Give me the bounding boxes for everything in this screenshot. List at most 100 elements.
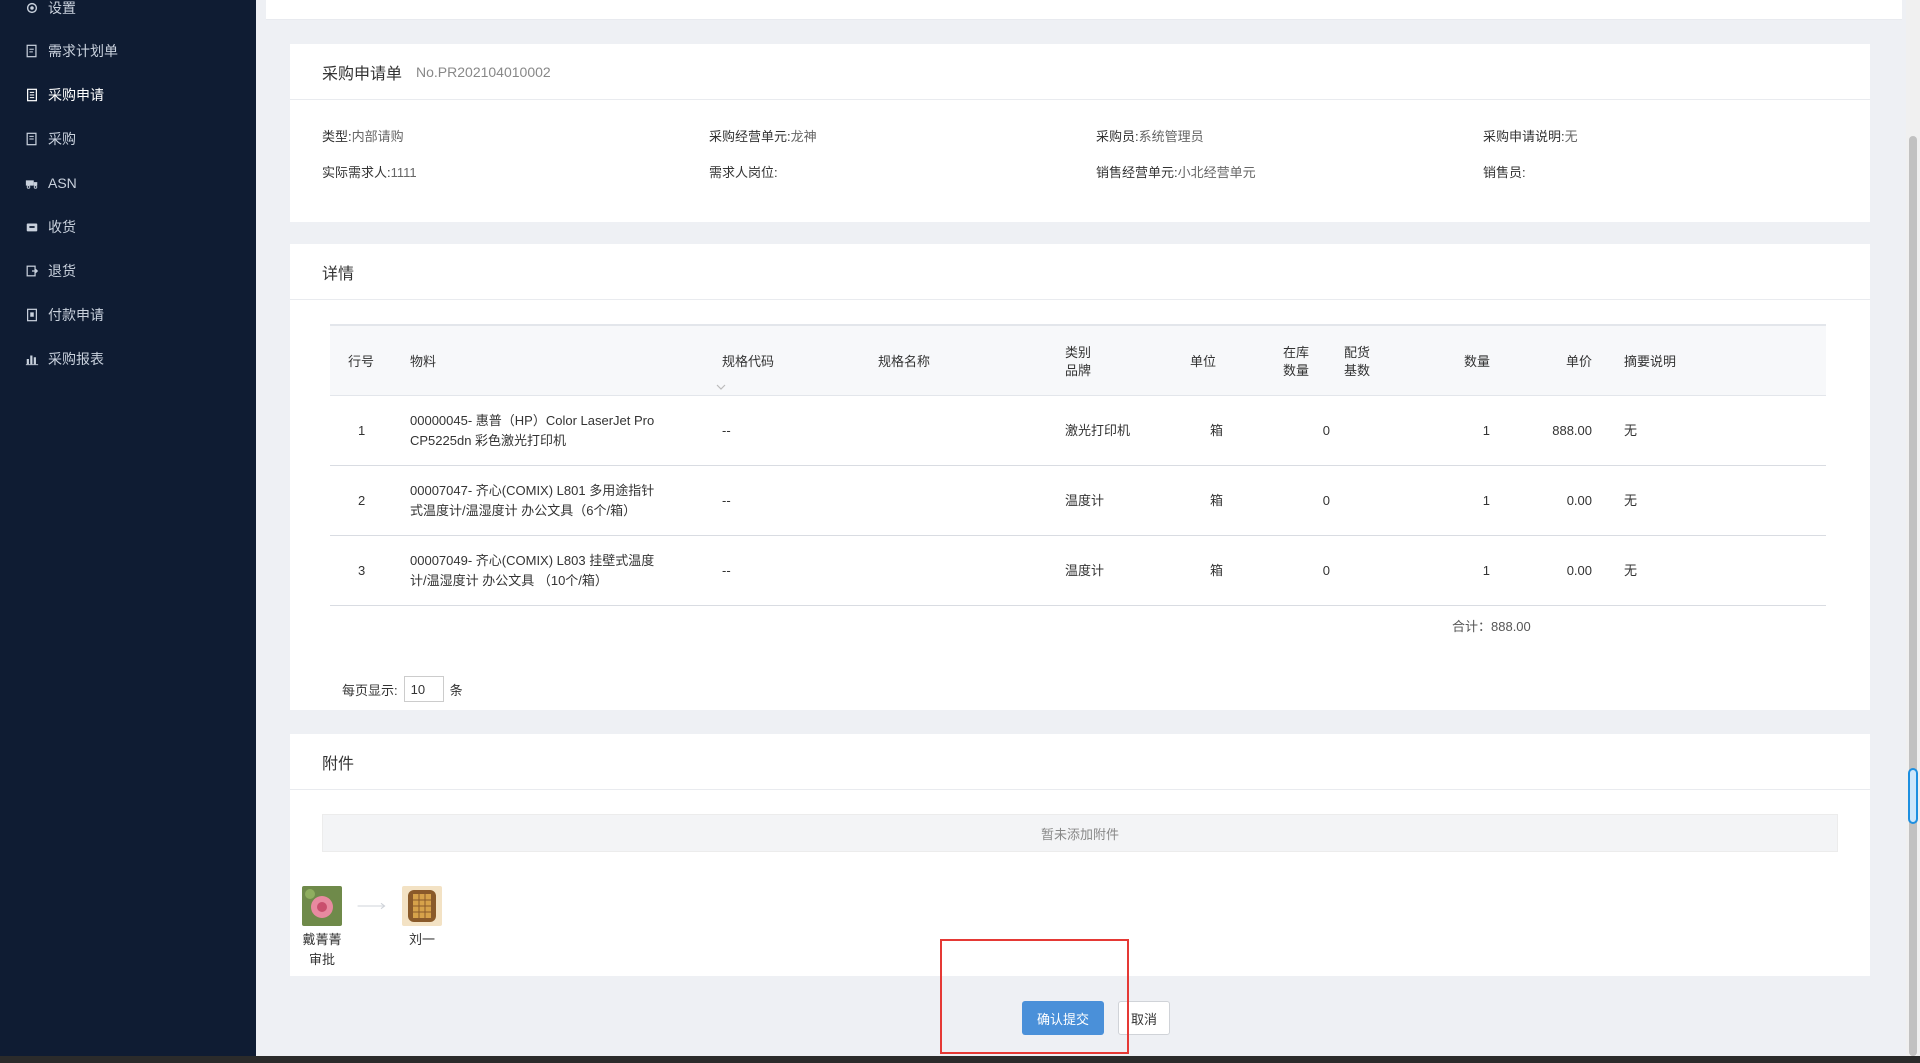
cell-category: 温度计 (1065, 563, 1105, 578)
details-panel: 详情 行号 物料 规格代码 规格名称 类别 品牌 单位 在库 数量 配货 基数 … (290, 244, 1870, 710)
panel-header: 采购申请单 No.PR202104010002 (290, 44, 1870, 100)
sidebar-item-label: 设置 (48, 0, 76, 16)
scrollbar-thumb[interactable] (1909, 136, 1917, 1056)
cell-spec-code: -- (722, 563, 731, 578)
cell-remark: 无 (1624, 493, 1638, 508)
clipboard-icon (24, 87, 40, 103)
cell-price: 0.00 (1566, 563, 1592, 578)
bar-chart-icon (24, 351, 40, 367)
cell-line: 3 (358, 563, 366, 578)
col-allocation: 配货 基数 (1344, 345, 1371, 378)
sidebar-item-payment-request[interactable]: 付款申请 (0, 293, 256, 337)
avatar (402, 886, 442, 926)
sidebar-item-settings[interactable]: 设置 (0, 0, 256, 30)
sidebar-item-purchase-request[interactable]: 采购申请 (0, 73, 256, 117)
field-buyer: 采购员:系统管理员 (1096, 129, 1204, 144)
total-amount: 合计：888.00 (1452, 619, 1531, 634)
cell-remark: 无 (1624, 563, 1638, 578)
col-spec-code[interactable]: 规格代码 (722, 326, 774, 398)
page-size-control: 每页显示: 条 (342, 676, 463, 702)
gear-icon (24, 0, 40, 16)
approver-role: 审批 (308, 952, 335, 967)
panel-header: 附件 (290, 734, 1870, 790)
cell-spec-code: -- (722, 423, 731, 438)
details-table: 行号 物料 规格代码 规格名称 类别 品牌 单位 在库 数量 配货 基数 数量 … (330, 324, 1826, 634)
sidebar-item-label: 采购报表 (48, 351, 104, 367)
field-requester: 实际需求人:1111 (322, 165, 417, 180)
flow-node: 戴菁菁 审批 (300, 886, 344, 970)
sidebar-item-label: 退货 (48, 263, 76, 279)
cell-qty: 1 (1482, 423, 1490, 438)
top-strip (266, 0, 1902, 20)
empty-attachments: 暂未添加附件 (322, 814, 1838, 852)
table-row: 2 00007047- 齐心(COMIX) L801 多用途指针 式温度计/温湿… (330, 466, 1826, 536)
sidebar-item-label: 收货 (48, 219, 76, 235)
sidebar-item-purchase-report[interactable]: 采购报表 (0, 337, 256, 381)
cell-line: 2 (358, 493, 366, 508)
field-type: 类型:内部请购 (322, 129, 404, 144)
approver-name: 刘一 (408, 932, 435, 947)
sidebar-item-label: 付款申请 (48, 307, 104, 323)
highlight-annotation (940, 939, 1129, 1054)
cell-price: 888.00 (1552, 423, 1592, 438)
approver-name: 戴菁菁 (302, 932, 342, 947)
field-purchase-unit: 采购经营单元:龙神 (709, 129, 817, 144)
cell-category: 温度计 (1065, 493, 1105, 508)
cell-line: 1 (358, 423, 366, 438)
col-material: 物料 (410, 354, 437, 369)
cell-price: 0.00 (1566, 493, 1592, 508)
col-qty: 数量 (1463, 354, 1490, 369)
request-header-panel: 采购申请单 No.PR202104010002 类型:内部请购 采购经营单元:龙… (290, 44, 1870, 222)
sidebar-item-returns[interactable]: 退货 (0, 249, 256, 293)
cell-unit: 箱 (1210, 563, 1224, 578)
sidebar-item-asn[interactable]: ASN (0, 161, 256, 205)
col-line: 行号 (348, 354, 375, 369)
approval-flow: 戴菁菁 审批 刘一 (300, 886, 444, 970)
field-description: 采购申请说明:无 (1483, 129, 1578, 144)
page-title: 采购申请单 (322, 65, 403, 83)
sidebar-item-label: 需求计划单 (48, 43, 118, 59)
table-header: 行号 物料 规格代码 规格名称 类别 品牌 单位 在库 数量 配货 基数 数量 … (330, 324, 1826, 396)
sidebar-item-purchase[interactable]: 采购 (0, 117, 256, 161)
page-size-input[interactable] (403, 676, 444, 702)
cell-stock: 0 (1322, 423, 1330, 438)
col-price: 单价 (1565, 354, 1592, 369)
inbox-icon (24, 219, 40, 235)
cell-stock: 0 (1322, 493, 1330, 508)
field-salesman: 销售员: (1483, 165, 1526, 180)
truck-icon (24, 175, 40, 191)
details-title: 详情 (322, 265, 355, 283)
taskbar (0, 1056, 1920, 1063)
panel-header: 详情 (290, 244, 1870, 300)
col-remark: 摘要说明 (1624, 354, 1677, 369)
scroll-handle[interactable] (1908, 768, 1918, 824)
cell-category: 激光打印机 (1065, 423, 1131, 438)
sidebar-item-receiving[interactable]: 收货 (0, 205, 256, 249)
table-row: 1 00000045- 惠普（HP）Color LaserJet Pro CP5… (330, 396, 1826, 466)
cell-qty: 1 (1482, 563, 1490, 578)
sidebar-item-demand-plan[interactable]: 需求计划单 (0, 29, 256, 73)
main-content: 采购申请单 No.PR202104010002 类型:内部请购 采购经营单元:龙… (256, 0, 1906, 1063)
avatar (302, 886, 342, 926)
sidebar-item-label: ASN (48, 175, 77, 191)
col-spec-name: 规格名称 (878, 354, 931, 369)
payment-icon (24, 307, 40, 323)
arrow-right-icon (344, 886, 400, 926)
return-icon (24, 263, 40, 279)
sidebar-item-label: 采购申请 (48, 87, 104, 103)
document-edit-icon (24, 43, 40, 59)
flow-node: 刘一 (400, 886, 444, 970)
cell-material: 00000045- 惠普（HP）Color LaserJet Pro CP522… (410, 413, 655, 448)
attachments-title: 附件 (322, 755, 355, 773)
field-sales-unit: 销售经营单元:小北经营单元 (1096, 165, 1256, 180)
cell-unit: 箱 (1210, 493, 1224, 508)
col-stock: 在库 数量 (1283, 345, 1310, 378)
sidebar: 设置 需求计划单 采购申请 采购 ASN 收货 退货 付款申请 采购报表 (0, 0, 256, 1063)
sort-caret-icon[interactable] (716, 384, 726, 390)
cell-unit: 箱 (1210, 423, 1224, 438)
request-number: No.PR202104010002 (416, 63, 551, 80)
col-unit: 单位 (1190, 354, 1217, 369)
field-position: 需求人岗位: (709, 165, 778, 180)
list-icon (24, 131, 40, 147)
table-row: 3 00007049- 齐心(COMIX) L803 挂壁式温度 计/温湿度计 … (330, 536, 1826, 606)
